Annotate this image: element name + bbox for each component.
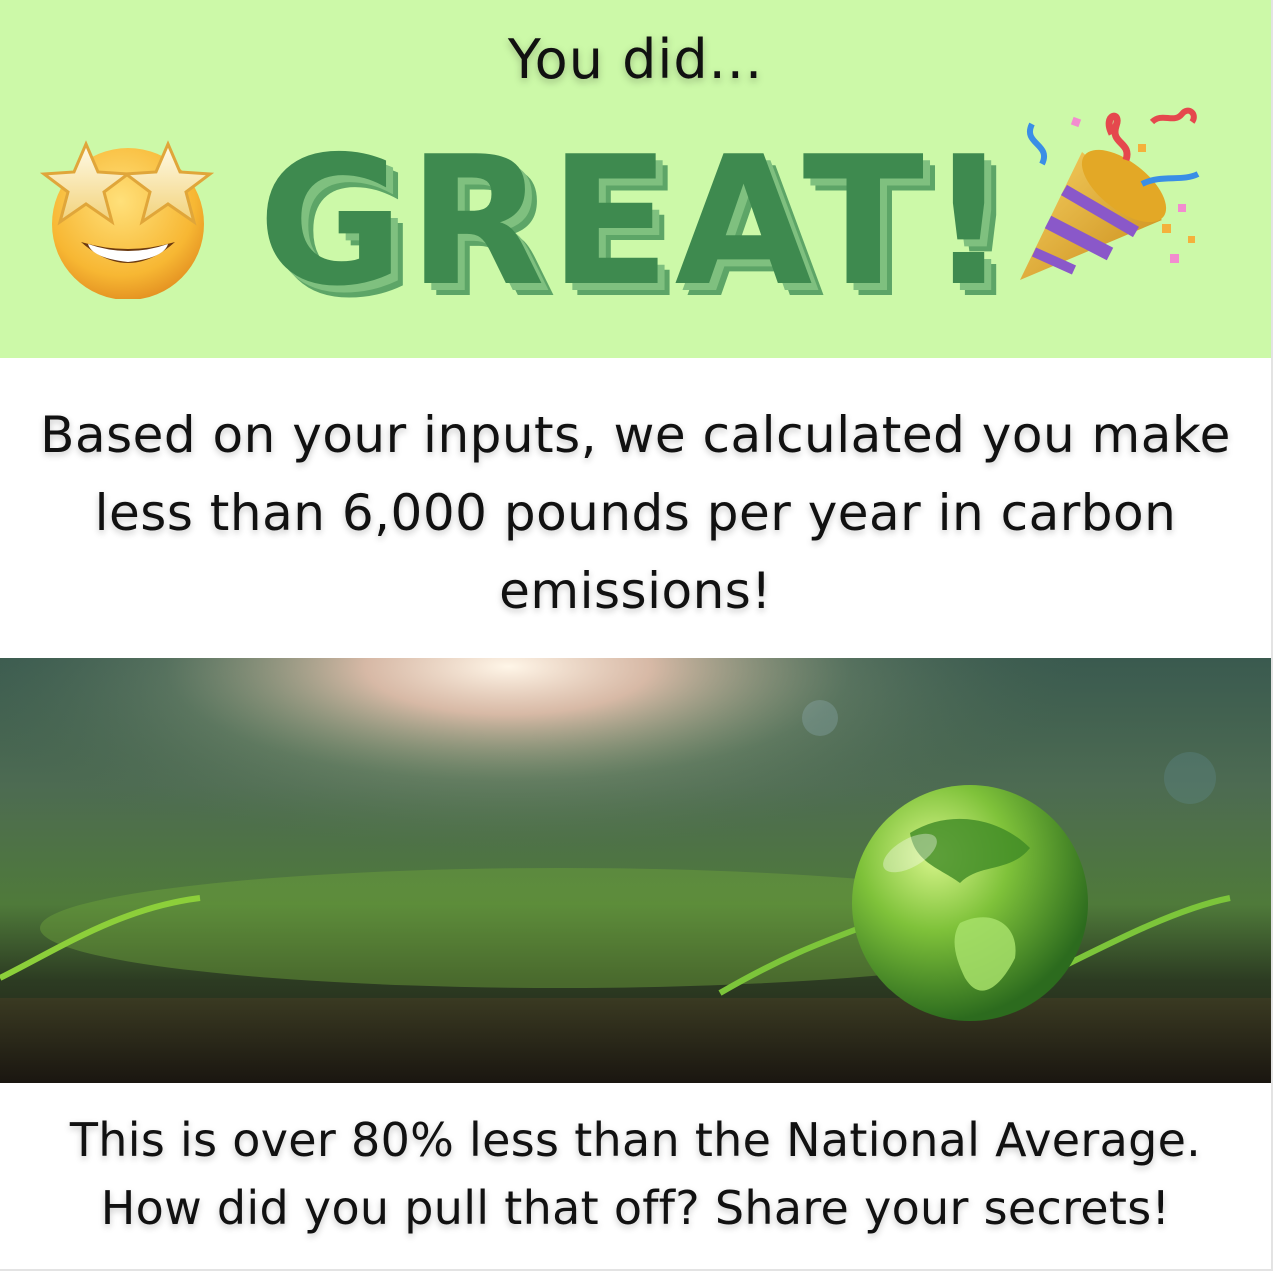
result-statement: Based on your inputs, we calculated you … (40, 406, 1231, 620)
photo-illustration (0, 658, 1271, 1083)
results-card: You did... GREAT! Based on your inputs, … (0, 0, 1273, 1271)
intro-text: You did... (507, 28, 764, 91)
comparison-statement: This is over 80% less than the National … (69, 1113, 1202, 1235)
party-popper-emoji-icon (1020, 107, 1200, 280)
header-banner: You did... GREAT! (0, 0, 1271, 358)
earth-forest-photo (0, 658, 1271, 1083)
